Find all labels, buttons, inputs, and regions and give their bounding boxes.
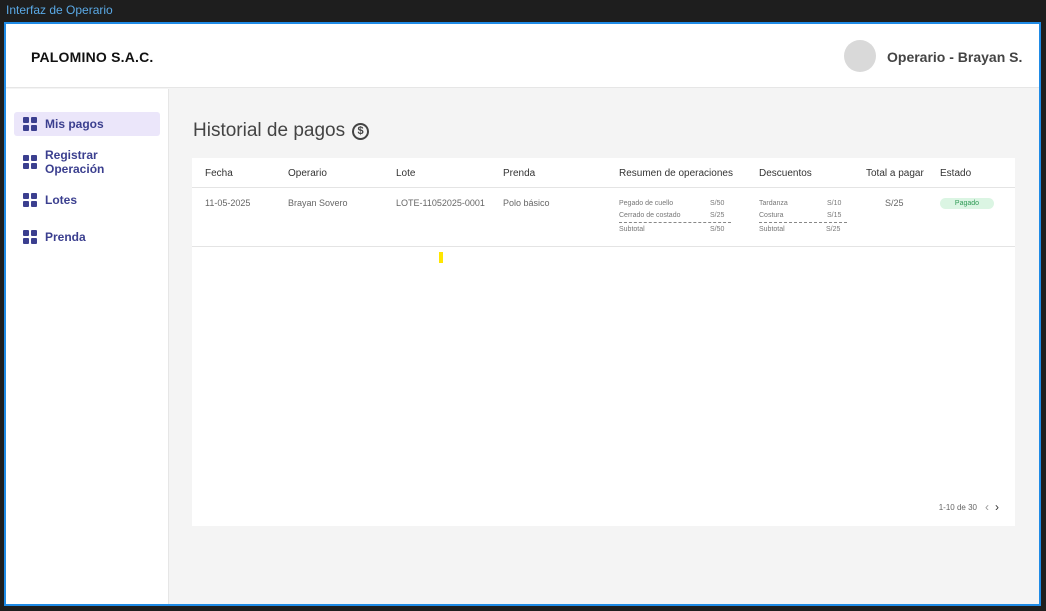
discount-name: Costura xyxy=(759,212,784,219)
discounts-subtotal-label: Subtotal xyxy=(759,226,785,233)
discounts-divider xyxy=(759,222,847,223)
operation-amount: S/50 xyxy=(710,200,725,207)
cell-prenda: Polo básico xyxy=(503,198,550,208)
sidebar-item-lotes[interactable]: Lotes xyxy=(14,188,160,212)
table-header: Fecha Operario Lote Prenda Resumen de op… xyxy=(192,158,1015,188)
dashboard-icon xyxy=(23,193,37,207)
chevron-right-icon[interactable]: › xyxy=(995,501,999,513)
pagination-label: 1-10 de 30 xyxy=(938,502,977,512)
discount-amount: S/15 xyxy=(827,212,842,219)
column-header-descuentos[interactable]: Descuentos xyxy=(759,168,812,179)
sidebar: Mis pagos Registrar Operación Lotes Pren… xyxy=(6,89,169,604)
sidebar-item-label: Mis pagos xyxy=(45,117,104,131)
discount-name: Tardanza xyxy=(759,200,788,207)
column-header-estado[interactable]: Estado xyxy=(940,168,971,179)
column-header-prenda[interactable]: Prenda xyxy=(503,168,535,179)
text-cursor-marker xyxy=(439,252,443,263)
sidebar-item-label: Registrar Operación xyxy=(45,148,105,176)
avatar[interactable] xyxy=(844,40,876,72)
sidebar-item-registrar-operacion[interactable]: Registrar Operación xyxy=(14,148,160,176)
sidebar-item-mis-pagos[interactable]: Mis pagos xyxy=(14,112,160,136)
cell-total: S/25 xyxy=(885,198,904,208)
sidebar-item-label: Lotes xyxy=(45,193,78,207)
top-header: PALOMINO S.A.C. Operario - Brayan S. xyxy=(6,24,1039,88)
operation-name: Cerrado de costado xyxy=(619,212,681,219)
user-name[interactable]: Operario - Brayan S. xyxy=(887,49,1022,65)
column-header-operario[interactable]: Operario xyxy=(288,168,327,179)
discount-amount: S/10 xyxy=(827,200,842,207)
operation-name: Pegado de cuello xyxy=(619,200,674,207)
chevron-left-icon[interactable]: ‹ xyxy=(985,501,989,513)
main-content: Historial de pagos $ Fecha Operario Lote… xyxy=(169,89,1039,604)
window-title: Interfaz de Operario xyxy=(6,3,113,17)
column-header-lote[interactable]: Lote xyxy=(396,168,415,179)
column-header-resumen[interactable]: Resumen de operaciones xyxy=(619,168,733,179)
operation-amount: S/25 xyxy=(710,212,725,219)
status-badge: Pagado xyxy=(940,198,994,209)
cell-lote: LOTE-11052025-0001 xyxy=(396,198,485,208)
pagination: 1-10 de 30 ‹ › xyxy=(938,501,999,513)
page-title-text: Historial de pagos xyxy=(193,120,346,141)
operations-subtotal-amount: S/50 xyxy=(710,226,725,233)
column-header-fecha[interactable]: Fecha xyxy=(205,168,233,179)
operations-divider xyxy=(619,222,731,223)
sidebar-item-prenda[interactable]: Prenda xyxy=(14,225,160,249)
app-window: PALOMINO S.A.C. Operario - Brayan S. Mis… xyxy=(4,22,1041,606)
dashboard-icon xyxy=(23,155,37,169)
brand-name: PALOMINO S.A.C. xyxy=(31,49,154,65)
payments-table-card: Fecha Operario Lote Prenda Resumen de op… xyxy=(192,158,1015,526)
cell-operario: Brayan Sovero xyxy=(288,198,348,208)
page-title: Historial de pagos $ xyxy=(193,120,370,142)
column-header-total[interactable]: Total a pagar xyxy=(866,168,924,179)
sidebar-item-label: Prenda xyxy=(45,230,86,244)
cell-fecha: 11-05-2025 xyxy=(205,198,251,208)
dashboard-icon xyxy=(23,117,37,131)
table-row[interactable]: 11-05-2025 Brayan Sovero LOTE-11052025-0… xyxy=(192,188,1015,247)
dollar-circle-icon: $ xyxy=(352,122,370,140)
dashboard-icon xyxy=(23,230,37,244)
discounts-subtotal-amount: S/25 xyxy=(826,226,841,233)
operations-subtotal-label: Subtotal xyxy=(619,226,645,233)
